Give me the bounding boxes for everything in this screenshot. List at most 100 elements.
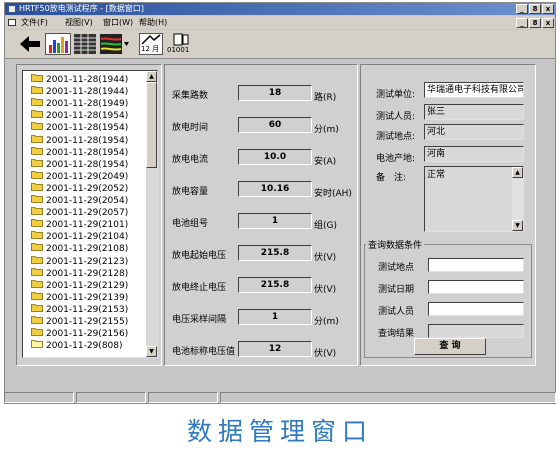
remark-scroll-up[interactable]: ▲ xyxy=(512,167,523,178)
close-button[interactable]: x xyxy=(542,4,554,14)
tree-scrollbar[interactable]: ▲ ▼ xyxy=(146,71,157,357)
tree-item-label: 2001-11-28(1954) xyxy=(46,111,129,122)
origin-label: 电池产地: xyxy=(376,154,416,164)
record-tree[interactable]: 2001-11-28(1944) 2001-11-28(1944) 2001-11-… xyxy=(22,70,158,358)
param-label: 电池组号 xyxy=(172,219,209,229)
report-button[interactable] xyxy=(73,33,97,55)
folder-icon xyxy=(31,242,43,255)
bar-chart-icon xyxy=(49,37,68,53)
tree-item[interactable]: 2001-11-29(808) xyxy=(31,339,123,351)
tree-item[interactable]: 2001-11-29(2049) xyxy=(31,170,128,182)
tree-item[interactable]: 2001-11-29(2123) xyxy=(31,255,128,267)
query-field-label: 测试日期 xyxy=(378,285,415,295)
bar-chart-button[interactable] xyxy=(45,33,71,55)
binary-data-button[interactable]: 01001 xyxy=(167,33,193,55)
tree-item[interactable]: 2001-11-29(2057) xyxy=(31,206,128,218)
param-unit: 伏(V) xyxy=(314,253,337,263)
tree-item-label: 2001-11-29(2156) xyxy=(46,329,129,340)
person-field[interactable]: 张三 xyxy=(424,104,524,120)
remark-scroll-down[interactable]: ▼ xyxy=(512,220,523,231)
param-label: 电池标称电压值 xyxy=(172,347,236,357)
tree-item[interactable]: 2001-11-28(1954) xyxy=(31,134,128,146)
doc-minimize-button[interactable]: _ xyxy=(516,18,528,28)
tree-item-label: 2001-11-29(2155) xyxy=(46,317,129,327)
maximize-button[interactable]: 8 xyxy=(529,4,541,14)
window-title: HRTF50放电测试程序 - [数据窗口] xyxy=(19,4,144,13)
doc-close-button[interactable]: x xyxy=(542,18,554,28)
tree-item[interactable]: 2001-11-29(2128) xyxy=(31,267,128,279)
query-field-input[interactable] xyxy=(428,280,524,294)
remark-field[interactable]: 正常 ▲ ▼ xyxy=(424,166,524,232)
unit-label: 测试单位: xyxy=(376,90,416,100)
param-value: 215.8 xyxy=(238,245,312,261)
tree-item[interactable]: 2001-11-28(1954) xyxy=(31,109,128,121)
param-unit: 伏(V) xyxy=(314,349,337,359)
query-field-input[interactable] xyxy=(428,324,524,338)
scroll-thumb[interactable] xyxy=(146,82,157,168)
tree-item-label: 2001-11-28(1954) xyxy=(46,123,129,134)
tree-item-label: 2001-11-29(808) xyxy=(46,341,123,352)
back-button[interactable] xyxy=(17,33,43,55)
folder-icon xyxy=(31,97,43,110)
tree-item[interactable]: 2001-11-28(1949) xyxy=(31,97,128,109)
query-field-label: 查询结果 xyxy=(378,329,415,339)
tree-item[interactable]: 2001-11-29(2054) xyxy=(31,194,128,206)
tree-item[interactable]: 2001-11-29(2101) xyxy=(31,218,128,230)
place-label: 测试地点: xyxy=(376,132,416,142)
tree-item-label: 2001-11-29(2123) xyxy=(46,256,129,267)
curve-chart-button[interactable] xyxy=(99,33,131,55)
tree-item[interactable]: 2001-11-29(2139) xyxy=(31,291,128,303)
tree-item[interactable]: 2001-11-29(2156) xyxy=(31,327,128,339)
tree-item-label: 2001-11-29(2052) xyxy=(46,183,129,194)
remark-scrollbar[interactable]: ▲ ▼ xyxy=(512,167,523,231)
scroll-up-button[interactable]: ▲ xyxy=(146,71,157,82)
folder-icon xyxy=(31,109,43,122)
place-field[interactable]: 河北 xyxy=(424,124,524,140)
menu-window[interactable]: 窗口(W) xyxy=(103,16,133,29)
menu-view[interactable]: 视图(V) xyxy=(65,16,93,29)
tree-item[interactable]: 2001-11-28(1944) xyxy=(31,73,128,85)
calendar-button[interactable]: 12 月 xyxy=(139,33,163,55)
param-label: 电压采样间隔 xyxy=(172,315,227,325)
param-unit: 安(A) xyxy=(314,157,337,167)
folder-icon xyxy=(31,158,43,171)
scroll-down-button[interactable]: ▼ xyxy=(146,346,157,357)
doc-icon[interactable] xyxy=(8,19,16,26)
tree-item[interactable]: 2001-11-28(1954) xyxy=(31,121,128,133)
menu-file[interactable]: 文件(F) xyxy=(21,16,48,29)
tree-item[interactable]: 2001-11-28(1954) xyxy=(31,146,128,158)
tree-item-label: 2001-11-28(1954) xyxy=(46,159,129,170)
unit-field[interactable]: 华瑞通电子科技有限公司 xyxy=(424,82,524,98)
folder-icon xyxy=(31,303,43,316)
folder-icon xyxy=(31,291,43,304)
query-field-input[interactable] xyxy=(428,258,524,272)
query-field-input[interactable] xyxy=(428,302,524,316)
menu-bar: 文件(F) 视图(V) 窗口(W) 帮助(H) _ 8 x xyxy=(5,16,555,29)
tree-item[interactable]: 2001-11-29(2108) xyxy=(31,242,128,254)
folder-icon xyxy=(31,73,43,86)
tree-item[interactable]: 2001-11-29(2052) xyxy=(31,182,128,194)
remark-label: 备 注: xyxy=(376,173,407,183)
minimize-button[interactable]: _ xyxy=(516,4,528,14)
param-label: 放电时间 xyxy=(172,123,209,133)
status-bar xyxy=(4,392,556,404)
tree-item[interactable]: 2001-11-29(2155) xyxy=(31,315,128,327)
grid-report-icon xyxy=(74,34,96,54)
toolbar: 12 月 01001 xyxy=(5,30,555,59)
caption: 数据管理窗口 xyxy=(186,417,373,446)
query-button[interactable]: 查 询 xyxy=(414,338,486,355)
tree-item[interactable]: 2001-11-29(2104) xyxy=(31,230,128,242)
param-label: 放电终止电压 xyxy=(172,283,227,293)
doc-restore-button[interactable]: 8 xyxy=(529,18,541,28)
tree-item[interactable]: 2001-11-28(1954) xyxy=(31,158,128,170)
param-unit: 路(R) xyxy=(314,93,337,103)
status-segment xyxy=(76,392,146,403)
tree-item[interactable]: 2001-11-28(1944) xyxy=(31,85,128,97)
tree-item-label: 2001-11-29(2128) xyxy=(46,268,129,279)
tree-item[interactable]: 2001-11-29(2129) xyxy=(31,279,128,291)
status-segment xyxy=(4,392,74,403)
origin-field[interactable]: 河南 xyxy=(424,146,524,162)
folder-icon xyxy=(31,279,43,292)
tree-item[interactable]: 2001-11-29(2153) xyxy=(31,303,128,315)
menu-help[interactable]: 帮助(H) xyxy=(139,16,167,29)
